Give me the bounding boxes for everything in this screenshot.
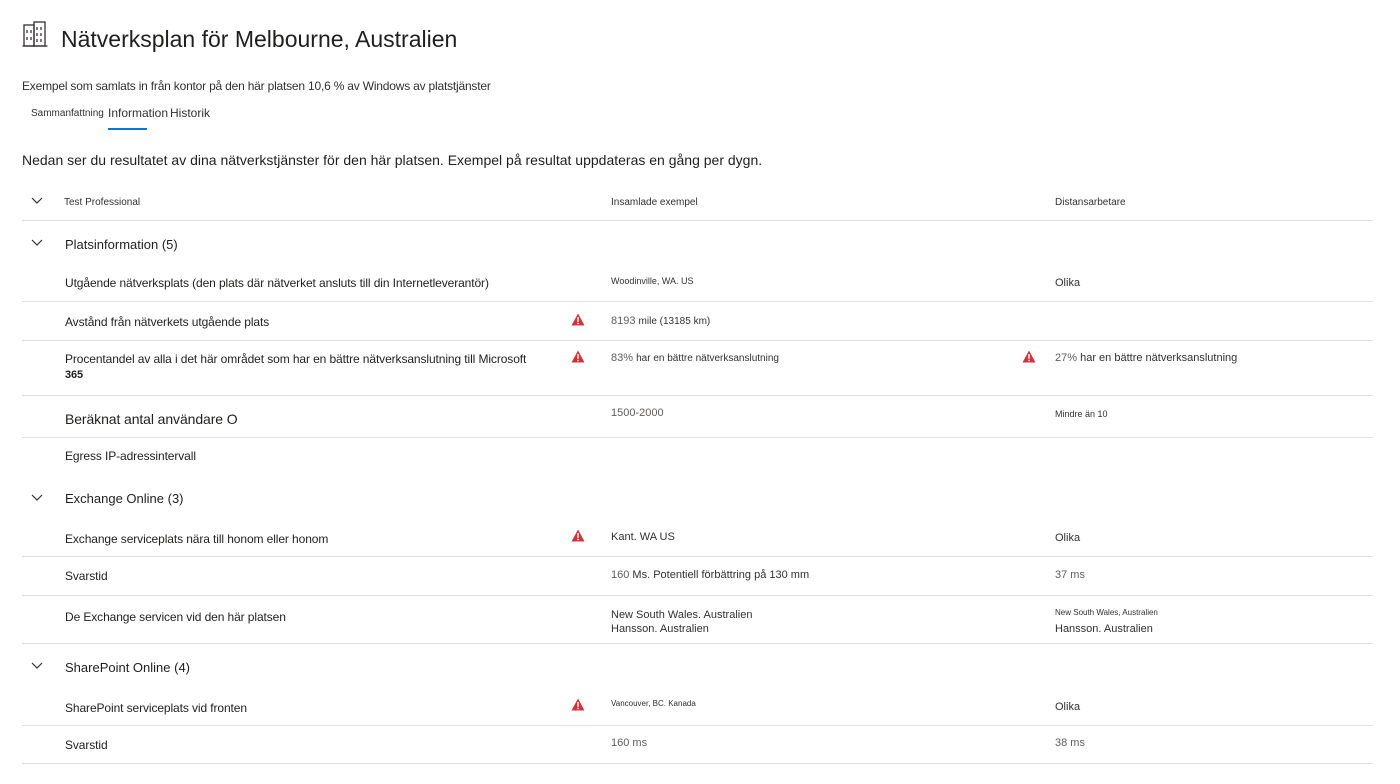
divider [22,220,1373,221]
collected-value-line2: Hansson. Australien [611,623,709,635]
chevron-down-icon[interactable] [31,662,43,670]
office-building-icon [22,21,48,47]
collected-value: 8193 mile (13185 km) [611,315,711,327]
collected-value: 83% har en bättre nätverksanslutning [611,352,779,364]
tab-summary[interactable]: Sammanfattning [31,108,104,119]
row-label: Utgående nätverksplats (den plats där nä… [65,276,489,290]
collected-value: New South Wales. Australien [611,609,753,621]
collected-value: 1500-2000 [611,407,664,419]
page-subtitle: Exempel som samlats in från kontor på de… [22,79,491,93]
remote-value: 37 ms [1055,569,1085,581]
row-label: Beräknat antal användare O [65,411,238,427]
divider [22,301,1373,302]
row-label: Svarstid [65,738,108,752]
intro-text: Nedan ser du resultatet av dina nätverks… [22,152,763,168]
tab-information[interactable]: Information [108,106,168,120]
column-header-test: Test Professional [64,197,141,208]
remote-value: 38 ms [1055,737,1085,749]
remote-value-line2: Hansson. Australien [1055,623,1153,635]
row-label: Svarstid [65,569,108,583]
chevron-down-icon[interactable] [31,494,43,502]
chevron-down-icon[interactable] [31,197,43,205]
column-header-remote: Distansarbetare [1055,197,1126,208]
row-label-continued: 365 [65,369,84,381]
selected-tab-indicator [108,128,147,130]
row-label: SharePoint serviceplats vid fronten [65,701,247,715]
tab-history[interactable]: Historik [170,106,210,120]
collected-value: Vancouver, BC. Kanada [611,699,696,708]
group-title-location: Platsinformation (5) [65,237,178,252]
warning-triangle-icon [571,350,585,363]
column-header-collected: Insamlade exempel [611,197,698,208]
divider [22,725,1373,726]
warning-triangle-icon [571,313,585,326]
divider [22,763,1373,764]
divider [22,340,1373,341]
group-title-exchange: Exchange Online (3) [65,491,184,506]
remote-value: Olika [1055,701,1081,713]
collected-value: 160 Ms. Potentiell förbättring på 130 mm [611,569,810,581]
collected-value: Kant. WA US [611,531,675,543]
page-title: Nätverksplan för Melbourne, Australien [61,26,458,52]
row-label: Exchange serviceplats nära till honom el… [65,532,329,546]
divider [22,556,1373,557]
row-label: Procentandel av alla i det här området s… [65,352,527,366]
remote-value: Olika [1055,532,1081,544]
divider [22,595,1373,596]
row-label: De Exchange servicen vid den här platsen [65,610,286,624]
row-label: Avstånd från nätverkets utgående plats [65,315,270,329]
remote-value: New South Wales, Australien [1055,608,1158,617]
row-label: Egress IP-adressintervall [65,449,196,463]
collected-value: Woodinville, WA. US [611,276,694,286]
warning-triangle-icon [571,698,585,711]
warning-triangle-icon [1022,350,1036,363]
remote-value: Mindre än 10 [1055,409,1108,419]
chevron-down-icon[interactable] [31,239,43,247]
warning-triangle-icon [571,529,585,542]
divider [22,643,1373,644]
collected-value: 160 ms [611,737,648,749]
remote-value: Olika [1055,277,1081,289]
divider [22,437,1373,438]
divider [22,395,1373,396]
remote-value: 27% har en bättre nätverksanslutning [1055,352,1238,364]
group-title-sharepoint: SharePoint Online (4) [65,660,191,675]
